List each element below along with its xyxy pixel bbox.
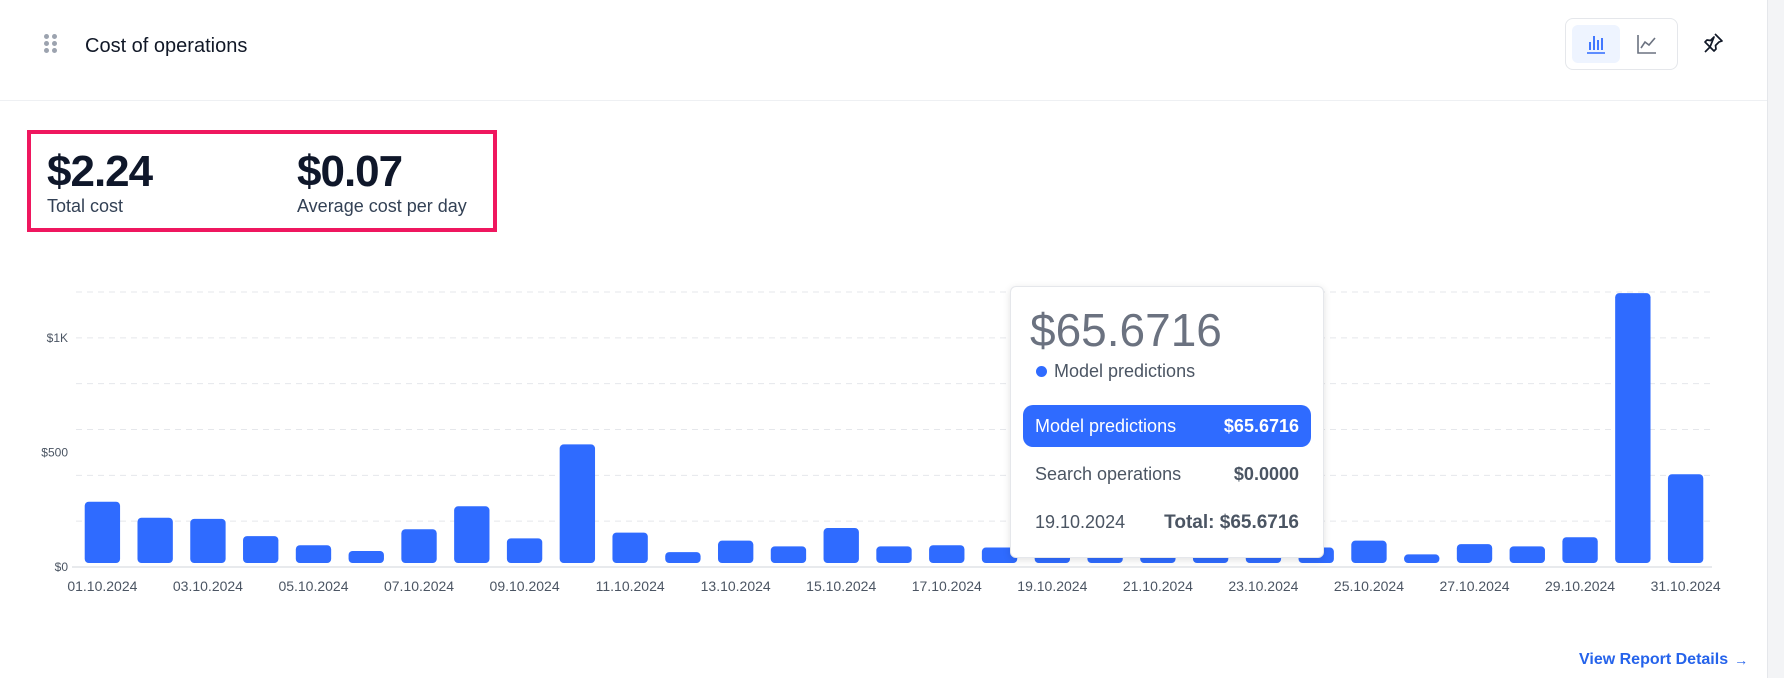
- bar[interactable]: [137, 517, 173, 563]
- bar[interactable]: [190, 518, 226, 563]
- tooltip-legend-label: Model predictions: [1054, 361, 1196, 381]
- x-tick-label: 03.10.2024: [173, 578, 243, 594]
- y-tick-label: $0: [55, 560, 69, 574]
- bar[interactable]: [929, 545, 965, 563]
- x-tick-label: 13.10.2024: [701, 578, 771, 594]
- x-tick-label: 25.10.2024: [1334, 578, 1404, 594]
- stats-highlight: $2.24 Total cost $0.07 Average cost per …: [27, 130, 497, 232]
- chart-type-toggle: [1565, 18, 1678, 70]
- view-report-details-label: View Report Details: [1579, 651, 1729, 668]
- x-tick-label: 27.10.2024: [1439, 578, 1509, 594]
- bar[interactable]: [1509, 546, 1545, 563]
- tooltip-row-value: $65.6716: [1223, 416, 1299, 436]
- x-tick-label: 29.10.2024: [1545, 578, 1615, 594]
- line-chart-button[interactable]: [1623, 25, 1671, 63]
- drag-handle-icon[interactable]: [44, 34, 58, 54]
- card-header: Cost of operations: [0, 0, 1768, 101]
- bar[interactable]: [243, 536, 279, 563]
- tooltip-legend: Model predictions: [1036, 361, 1195, 382]
- bar[interactable]: [295, 545, 332, 563]
- x-tick-label: 23.10.2024: [1228, 578, 1298, 594]
- x-tick-label: 07.10.2024: [384, 578, 454, 594]
- x-tick-label: 11.10.2024: [596, 578, 665, 594]
- cost-card: Cost of operations $2.24 Total cost $0.0…: [0, 0, 1768, 678]
- bar[interactable]: [348, 550, 384, 563]
- bar[interactable]: [1615, 293, 1651, 563]
- x-tick-label: 15.10.2024: [806, 578, 876, 594]
- bar[interactable]: [665, 552, 701, 563]
- arrow-right-icon: →: [1734, 652, 1749, 668]
- average-cost-value: $0.07: [297, 147, 403, 196]
- pin-button[interactable]: [1698, 28, 1728, 58]
- x-tick-label: 21.10.2024: [1123, 578, 1193, 594]
- tooltip-total: Total: $65.6716: [1164, 512, 1299, 533]
- bar[interactable]: [1404, 554, 1440, 563]
- x-tick-label: 05.10.2024: [278, 578, 348, 594]
- tooltip-row-value: $0.0000: [1233, 464, 1299, 484]
- chart-tooltip: $65.6716 Model predictions Model predict…: [1010, 286, 1324, 558]
- y-tick-label: $1K: [47, 331, 68, 345]
- x-tick-label: 09.10.2024: [490, 578, 560, 594]
- bar[interactable]: [1562, 537, 1598, 563]
- bar[interactable]: [612, 532, 648, 563]
- x-tick-label: 31.10.2024: [1651, 578, 1721, 594]
- tooltip-date: 19.10.2024: [1035, 512, 1126, 532]
- tooltip-row-label: Model predictions: [1035, 416, 1177, 436]
- bar-chart-button[interactable]: [1572, 25, 1620, 63]
- tooltip-row-search-operations: Search operations $0.0000: [1023, 453, 1311, 495]
- total-cost-label: Total cost: [47, 196, 124, 216]
- bar[interactable]: [1456, 544, 1493, 563]
- bar-chart-icon: [1587, 36, 1605, 54]
- scrollbar[interactable]: [1767, 0, 1784, 678]
- bar[interactable]: [1667, 474, 1704, 563]
- bar[interactable]: [770, 546, 807, 563]
- legend-dot-icon: [1036, 366, 1047, 377]
- tooltip-row-label: Search operations: [1035, 464, 1182, 484]
- pin-icon: [1704, 33, 1723, 53]
- bar[interactable]: [876, 546, 912, 563]
- tooltip-row-model-predictions: Model predictions $65.6716: [1023, 405, 1311, 447]
- total-cost-value: $2.24: [47, 147, 153, 196]
- cost-bar-chart: $0 $500 $1K 01.10.2024 03.10.2024 05.10.2024 0…: [41, 291, 1721, 594]
- bar[interactable]: [1351, 540, 1387, 563]
- x-tick-label: 17.10.2024: [912, 578, 982, 594]
- bar[interactable]: [506, 538, 543, 563]
- x-tick-label: 19.10.2024: [1017, 578, 1087, 594]
- total-cost-stat: $2.24 Total cost: [47, 147, 153, 217]
- bar[interactable]: [823, 528, 859, 563]
- average-cost-stat: $0.07 Average cost per day: [297, 148, 467, 217]
- card-title: Cost of operations: [85, 35, 248, 57]
- bar[interactable]: [454, 506, 490, 563]
- tooltip-row-date-total: 19.10.2024 Total: $65.6716: [1023, 501, 1311, 543]
- bar[interactable]: [84, 501, 121, 563]
- x-tick-label: 01.10.2024: [67, 578, 137, 594]
- y-tick-label: $500: [41, 445, 68, 459]
- line-chart-icon: [1637, 35, 1656, 54]
- bar[interactable]: [401, 529, 437, 563]
- average-cost-label: Average cost per day: [297, 196, 467, 216]
- view-report-details-link[interactable]: View Report Details →: [1579, 651, 1748, 669]
- bar[interactable]: [559, 444, 596, 563]
- bar[interactable]: [717, 540, 754, 563]
- tooltip-value: $65.6716: [1030, 304, 1222, 356]
